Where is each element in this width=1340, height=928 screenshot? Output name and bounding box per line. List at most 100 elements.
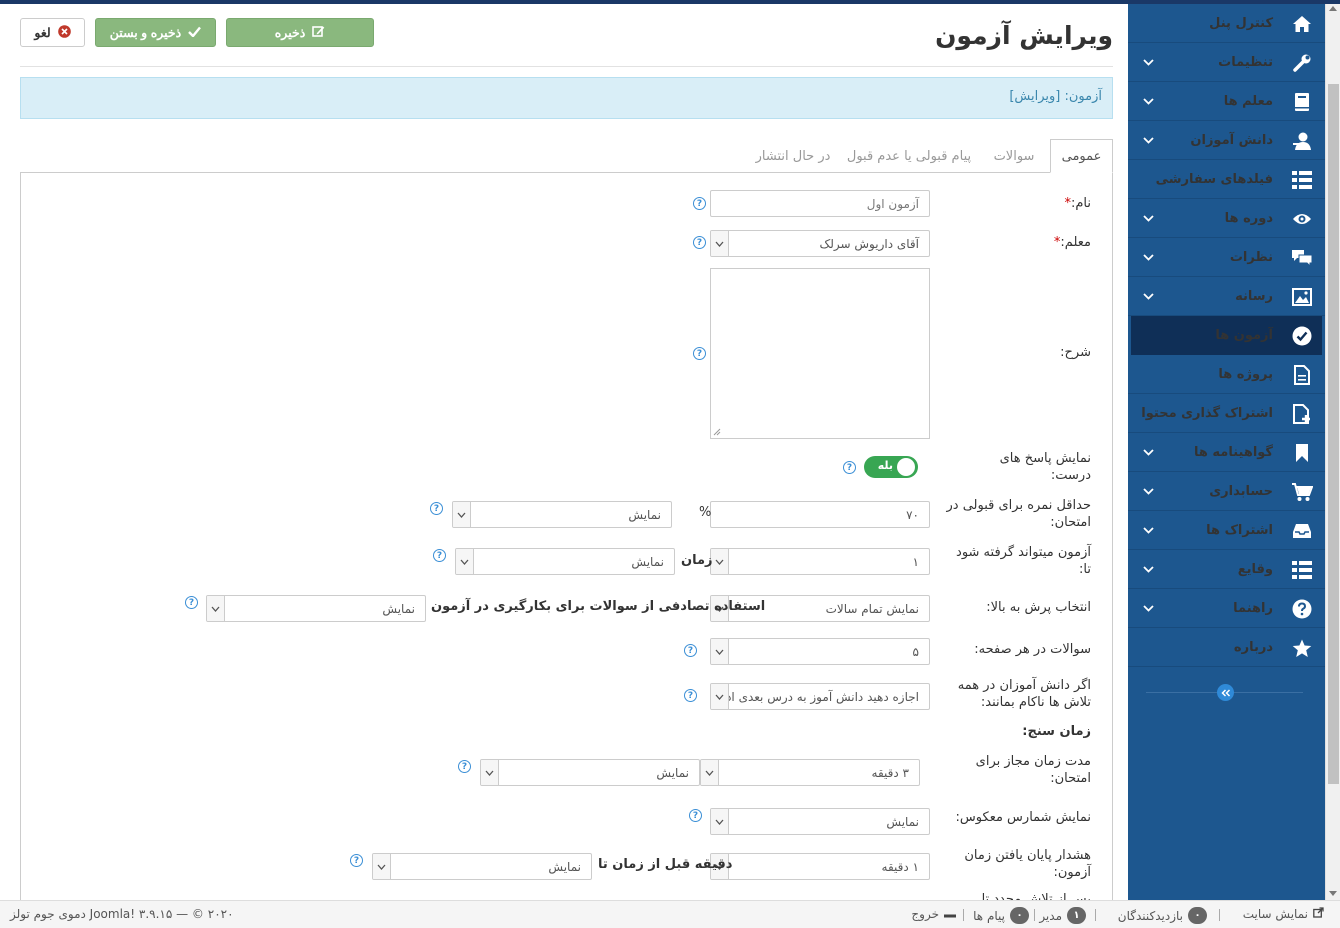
countdown-select[interactable]: نمایش <box>710 808 930 835</box>
sidebar-item-list[interactable]: وقایع <box>1128 550 1325 589</box>
random-display-select[interactable]: نمایش <box>206 595 426 622</box>
collapse-sidebar-button[interactable] <box>1217 684 1234 701</box>
sidebar-item-file-plus[interactable]: اشتراک گذاری محتوا <box>1128 394 1325 433</box>
display-value: نمایش <box>628 507 661 522</box>
help-icon[interactable]: ? <box>458 760 471 773</box>
help-icon[interactable]: ? <box>350 854 363 867</box>
help-icon[interactable]: ? <box>430 502 443 515</box>
file-plus-icon <box>1291 403 1313 425</box>
comments-icon <box>1291 247 1313 269</box>
warning-display-select[interactable]: نمایش <box>372 853 592 880</box>
chevron-down-icon[interactable] <box>1141 94 1155 108</box>
logout-label: خروج <box>911 907 939 921</box>
teacher-select[interactable]: آقای داریوش سرلک <box>710 230 930 257</box>
tab-label: در حال انتشار <box>755 148 831 164</box>
help-icon[interactable]: ? <box>843 461 856 474</box>
minus-icon <box>944 907 956 921</box>
name-input[interactable]: آزمون اول <box>710 190 930 217</box>
sidebar-item-list[interactable]: فیلدهای سفارشی <box>1128 160 1325 199</box>
messages-counter[interactable]: ۰ پیام ها <box>973 907 1029 924</box>
star-icon <box>1291 637 1313 659</box>
chevron-down-icon[interactable] <box>1141 445 1155 459</box>
sidebar-item-document[interactable]: پروژه ها <box>1128 355 1325 394</box>
help-icon[interactable]: ? <box>684 644 697 657</box>
chevron-down-icon[interactable] <box>1141 55 1155 69</box>
tab-general[interactable]: عمومی <box>1050 139 1113 173</box>
tab-pass-fail-message[interactable]: پیام قبولی یا عدم قبول <box>840 139 978 173</box>
sidebar-item-label: دانش آموزان <box>1190 133 1273 148</box>
admins-counter: ۱ مدیر <box>1039 907 1086 924</box>
fail-action-select[interactable]: اجازه دهید دانش آموز به درس بعدی ادامه د… <box>710 683 930 710</box>
sidebar-item-eye[interactable]: دوره ها <box>1128 199 1325 238</box>
logout-link[interactable]: خروج <box>911 907 956 921</box>
sidebar-item-check-circle[interactable]: آزمون ها <box>1131 316 1322 355</box>
save-label: ذخیره <box>274 26 306 40</box>
chevron-down-icon[interactable] <box>1141 289 1155 303</box>
sidebar-item-image[interactable]: رسانه <box>1128 277 1325 316</box>
sidebar-item-comments[interactable]: نظرات <box>1128 238 1325 277</box>
tab-questions[interactable]: سوالات <box>980 139 1048 173</box>
duration-select[interactable]: ۳ دقیقه <box>700 759 920 786</box>
pick-value: نمایش تمام سالات <box>825 601 919 616</box>
teacher-label: معلم:* <box>1053 235 1091 250</box>
help-icon[interactable]: ? <box>433 549 446 562</box>
teacher-value: آقای داریوش سرلک <box>819 236 919 251</box>
scroll-down-arrow[interactable] <box>1329 891 1337 896</box>
sidebar-item-star[interactable]: درباره <box>1128 628 1325 667</box>
sidebar-item-label: رسانه <box>1235 289 1273 304</box>
save-and-close-button[interactable]: ذخیره و بستن <box>95 18 216 47</box>
inbox-icon <box>1291 520 1313 542</box>
sidebar-item-cart[interactable]: حسابداری <box>1128 472 1325 511</box>
fail-label: اگر دانش آموزان در همه تلاش ها ناکام بما… <box>957 678 1091 710</box>
chevron-down-icon[interactable] <box>1141 250 1155 264</box>
warning-value: ۱ دقیقه <box>881 859 919 874</box>
copyright: Joomla! ۳.۹.۱۵ — © ۲۰۲۰ دموی جوم تولز <box>10 907 234 921</box>
pick-label: انتخاب پرش به بالا: <box>986 600 1091 615</box>
attempts-display-select[interactable]: نمایش <box>455 548 675 575</box>
chevron-down-icon[interactable] <box>1141 211 1155 225</box>
chevron-down-icon[interactable] <box>1141 523 1155 537</box>
countdown-label: نمایش شمارس معکوس: <box>955 810 1091 825</box>
save-button[interactable]: ذخیره <box>226 18 374 47</box>
main-content: ویرایش آزمون ذخیره ذخیره و بستن لغو آزمو… <box>0 4 1126 900</box>
min-score-input[interactable]: ۷۰ <box>710 501 930 528</box>
scrollbar-thumb[interactable] <box>1328 84 1339 784</box>
duration-display-select[interactable]: نمایش <box>480 759 700 786</box>
sidebar-item-wrench[interactable]: تنظیمات <box>1128 43 1325 82</box>
chevron-down-icon[interactable] <box>1141 133 1155 147</box>
help-icon[interactable]: ? <box>185 596 198 609</box>
sidebar-item-user[interactable]: دانش آموزان <box>1128 121 1325 160</box>
duration-label: مدت زمان مجاز برای امتحان: <box>975 754 1091 786</box>
sidebar-item-home[interactable]: کنترل پنل <box>1128 4 1325 43</box>
view-site-link[interactable]: نمایش سایت <box>1243 907 1324 921</box>
check-icon <box>188 26 202 40</box>
scroll-up-arrow[interactable] <box>1329 6 1337 11</box>
sidebar-item-bookmark[interactable]: گواهینامه ها <box>1128 433 1325 472</box>
tab-publishing[interactable]: در حال انتشار <box>748 139 838 173</box>
sidebar-item-inbox[interactable]: اشتراک ها <box>1128 511 1325 550</box>
chevron-down-icon[interactable] <box>1141 562 1155 576</box>
chevron-down-icon[interactable] <box>1141 484 1155 498</box>
description-textarea[interactable] <box>710 268 930 439</box>
help-icon[interactable]: ? <box>689 809 702 822</box>
visitors-counter: ۰ بازدیدکنندگان <box>1118 907 1207 924</box>
help-icon[interactable]: ? <box>693 347 706 360</box>
chevron-down-icon[interactable] <box>1141 601 1155 615</box>
vertical-scrollbar[interactable] <box>1325 4 1340 900</box>
sidebar-item-question[interactable]: راهنما <box>1128 589 1325 628</box>
help-icon[interactable]: ? <box>684 689 697 702</box>
show-answers-toggle[interactable]: بله <box>864 456 918 478</box>
cancel-button[interactable]: لغو <box>20 18 85 47</box>
double-chevron-icon <box>1220 688 1230 697</box>
attempts-select[interactable]: ۱ <box>710 548 930 575</box>
book-icon <box>1291 91 1313 113</box>
warning-select[interactable]: ۱ دقیقه <box>710 853 930 880</box>
help-icon[interactable]: ? <box>693 236 706 249</box>
help-icon[interactable]: ? <box>693 197 706 210</box>
per-page-select[interactable]: ۵ <box>710 638 930 665</box>
chevron-down-icon <box>456 549 474 574</box>
per-page-label: سوالات در هر صفحه: <box>974 642 1091 657</box>
resize-handle-icon[interactable] <box>713 428 721 436</box>
sidebar-item-book[interactable]: معلم ها <box>1128 82 1325 121</box>
min-score-display-select[interactable]: نمایش <box>452 501 672 528</box>
